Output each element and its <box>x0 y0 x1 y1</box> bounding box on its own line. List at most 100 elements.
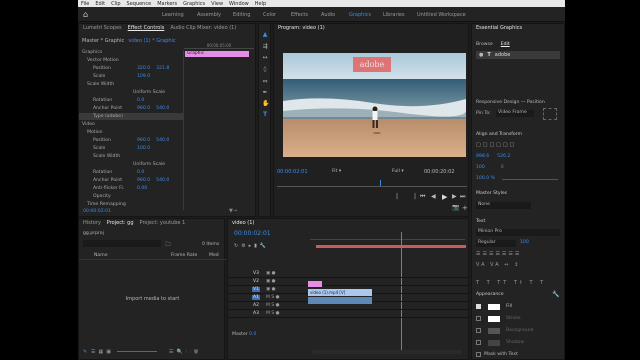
menu-clip[interactable]: Clip <box>111 1 120 7</box>
master-styles-dropdown[interactable]: None <box>476 202 531 209</box>
effect-row[interactable]: Scale Width <box>79 153 183 160</box>
slip-icon[interactable]: ⇔ <box>262 79 268 85</box>
effect-row[interactable]: Scale 109.0 <box>79 73 183 80</box>
effect-row[interactable]: Opacity <box>79 193 183 200</box>
play-icon[interactable]: ▶ <box>442 193 447 201</box>
effect-row[interactable]: Uniform Scale <box>79 161 183 168</box>
effect-row[interactable]: Position 320.0 321.8 <box>79 65 183 72</box>
workspace-graphics[interactable]: Graphics <box>349 12 371 18</box>
project-actions-icons[interactable]: ☰🔍🗀🗑 <box>169 349 201 357</box>
type-tool-icon[interactable]: T <box>262 112 268 118</box>
font-style-dropdown[interactable]: Regular <box>476 240 516 247</box>
track-toggle-icons[interactable]: ▣ ● <box>266 279 276 284</box>
col-media[interactable]: Med <box>209 253 219 258</box>
pencil-icon[interactable]: ✎ <box>83 349 87 355</box>
position-y[interactable]: 526.2 <box>497 154 510 159</box>
workspace-color[interactable]: Color <box>263 12 276 18</box>
effect-value[interactable]: 109.0 <box>137 74 150 79</box>
mask-with-text-checkbox[interactable] <box>476 352 481 357</box>
program-scrubber[interactable] <box>277 180 467 187</box>
effect-row[interactable]: Graphics <box>79 49 183 56</box>
menu-edit[interactable]: Edit <box>95 1 105 7</box>
audio-clip-a1[interactable] <box>308 297 372 304</box>
background-swatch[interactable] <box>488 328 500 334</box>
fill-checkbox[interactable] <box>476 304 481 309</box>
text-style-icons[interactable]: T T TT Tt T T <box>476 280 546 286</box>
selection-tool-icon[interactable]: ▲ <box>262 32 268 38</box>
font-size-field[interactable]: 100 <box>520 240 529 245</box>
track-toggle-icons[interactable]: M S ● <box>266 303 280 308</box>
stroke-swatch[interactable] <box>488 316 500 322</box>
timeline-timecode[interactable]: 00:00:02:01 <box>234 230 271 237</box>
fit-dropdown[interactable]: Fit ▾ <box>332 169 341 174</box>
text-align-icons[interactable]: ☰☰☰☰☰☰☰ <box>476 251 521 257</box>
track-label[interactable]: V3 <box>252 271 260 276</box>
align-buttons-icon[interactable]: □□□□□□ <box>476 142 516 148</box>
pin-grid-icon[interactable] <box>543 108 557 120</box>
new-bin-icon[interactable]: 🗀 <box>165 240 171 250</box>
graphic-clip-bar[interactable]: Graphic <box>185 51 249 57</box>
tab-project-gg[interactable]: Project: gg <box>107 220 134 226</box>
wrench-icon[interactable]: 🔧 <box>552 291 559 298</box>
tab-edit[interactable]: Edit <box>501 42 510 47</box>
go-to-out-icon[interactable]: ⏭ <box>460 193 465 201</box>
export-frame-icon[interactable]: 📷 <box>452 204 459 211</box>
effect-row[interactable]: Vector Motion <box>79 57 183 64</box>
tab-history[interactable]: History <box>83 220 101 226</box>
tab-sequence[interactable]: video (1) <box>232 220 254 226</box>
workspace-audio[interactable]: Audio <box>321 12 335 18</box>
effect-row[interactable]: Uniform Scale <box>79 89 183 96</box>
effect-row[interactable]: Time Remapping <box>79 201 183 208</box>
track-toggle-icons[interactable]: ▣ ● <box>266 287 276 292</box>
go-to-in-icon[interactable]: ⏮ <box>420 193 425 201</box>
position-x[interactable]: 898.6 <box>476 154 489 159</box>
timeline-ruler[interactable] <box>310 232 465 240</box>
pin-to-dropdown[interactable]: Video Frame <box>496 110 534 117</box>
opacity-slider[interactable] <box>502 179 558 180</box>
track-select-icon[interactable]: ⇶ <box>262 44 268 50</box>
menu-markers[interactable]: Markers <box>157 1 177 7</box>
effect-value[interactable]: 0.0 <box>137 98 144 103</box>
effect-value[interactable]: 100.0 <box>137 146 150 151</box>
menu-window[interactable]: Window <box>229 1 249 7</box>
menu-view[interactable]: View <box>211 1 223 7</box>
clip-dropdown[interactable]: video (1) * Graphic <box>128 38 175 44</box>
quality-dropdown[interactable]: Full ▾ <box>392 169 404 174</box>
col-name[interactable]: Name <box>94 253 108 258</box>
effect-row[interactable]: Anchor Point 960.0 540.0 <box>79 105 183 112</box>
mark-out-icon[interactable]: | <box>414 193 416 200</box>
filter-icon[interactable]: ▼→ <box>229 208 249 214</box>
uniform-scale-checkbox[interactable]: Uniform Scale <box>133 90 165 95</box>
tracking-kerning-icons[interactable]: VA VA ↔ ↕ <box>476 262 520 268</box>
tab-effect-controls[interactable]: Effect Controls <box>128 25 165 31</box>
track-toggle-icons[interactable]: ▣ ● <box>266 271 276 276</box>
scale-value[interactable]: 100 <box>476 165 485 170</box>
track-label[interactable]: V1 <box>252 287 260 292</box>
playhead-icon[interactable] <box>380 180 381 186</box>
workspace-effects[interactable]: Effects <box>291 12 308 18</box>
menu-file[interactable]: File <box>81 1 89 7</box>
font-dropdown[interactable]: Minion Pro <box>476 229 560 236</box>
tab-lumetri-scopes[interactable]: Lumetri Scopes <box>83 25 122 31</box>
hand-icon[interactable]: ✋ <box>262 101 269 107</box>
graphic-clip-v2[interactable] <box>308 281 322 287</box>
razor-icon[interactable]: ◊ <box>262 67 268 73</box>
tab-project-youtube[interactable]: Project: youtube 1 <box>140 220 186 226</box>
track-label[interactable]: V2 <box>252 279 260 284</box>
effect-row[interactable]: Position 960.0 540.0 <box>79 137 183 144</box>
effect-value[interactable]: 0.0 <box>137 170 144 175</box>
effect-row[interactable]: Anti-flicker Fi. 0.00 <box>79 185 183 192</box>
view-mode-icons[interactable]: ☰▦▣ <box>91 349 114 355</box>
step-back-icon[interactable]: ◀ <box>431 193 436 200</box>
adobe-text-overlay[interactable]: adobe <box>353 57 391 72</box>
track-label[interactable]: A1 <box>252 295 260 300</box>
workspace-untitled[interactable]: Untitled Workspace <box>417 12 466 18</box>
effect-value-2[interactable]: 540.0 <box>156 106 169 111</box>
effect-row[interactable]: Scale 100.0 <box>79 145 183 152</box>
tab-browse[interactable]: Browse <box>476 42 493 47</box>
effect-row[interactable]: Video <box>79 121 183 128</box>
effect-row[interactable]: Rotation 0.0 <box>79 97 183 104</box>
work-area-bar[interactable] <box>316 245 466 248</box>
effect-value[interactable]: 960.0 <box>137 106 150 111</box>
add-button-icon[interactable]: + <box>462 204 468 212</box>
